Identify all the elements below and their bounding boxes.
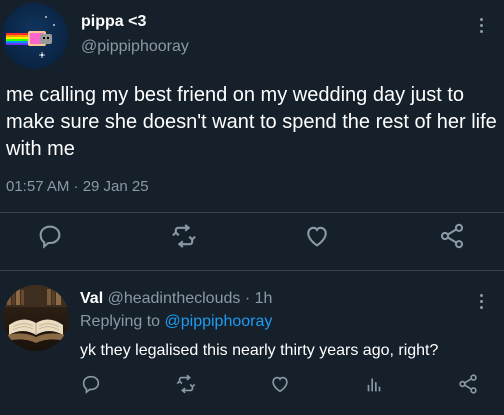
replying-to: Replying to @pippiphooray	[80, 313, 272, 331]
avatar[interactable]	[3, 285, 69, 351]
retweet-icon[interactable]	[170, 222, 198, 250]
reply-user-handle[interactable]: @headintheclouds	[108, 290, 241, 307]
like-icon[interactable]	[269, 373, 291, 395]
analytics-icon[interactable]	[363, 373, 385, 395]
like-icon[interactable]	[303, 222, 331, 250]
tweet-actions	[0, 222, 504, 260]
reply-header: Val @headintheclouds · 1h	[80, 290, 272, 308]
separator: ·	[240, 290, 255, 307]
open-book-icon	[3, 285, 69, 343]
reply-icon[interactable]	[36, 222, 64, 250]
share-icon[interactable]	[438, 222, 466, 250]
retweet-icon[interactable]	[175, 373, 197, 395]
tweet-text: me calling my best friend on my wedding …	[6, 84, 497, 160]
tweet-header: pippa <3 @pippiphooray	[0, 0, 504, 70]
more-options-icon[interactable]	[476, 294, 486, 316]
reply-actions	[0, 373, 504, 403]
reply-text: yk they legalised this nearly thirty yea…	[80, 342, 439, 359]
reply-time[interactable]: 1h	[255, 290, 273, 307]
avatar[interactable]	[2, 3, 68, 69]
tweet-timestamp[interactable]: 01:57 AM · 29 Jan 25	[6, 178, 149, 195]
divider	[0, 212, 504, 213]
user-handle[interactable]: @pippiphooray	[81, 38, 189, 56]
reply-display-name[interactable]: Val	[80, 290, 103, 307]
replying-to-label: Replying to	[80, 313, 165, 330]
divider	[0, 270, 504, 271]
replying-to-mention[interactable]: @pippiphooray	[165, 313, 273, 330]
display-name[interactable]: pippa <3	[81, 13, 146, 31]
reply-icon[interactable]	[80, 373, 102, 395]
reply-tweet[interactable]: Val @headintheclouds · 1h Replying to @p…	[0, 280, 504, 415]
share-icon[interactable]	[457, 373, 479, 395]
nyan-cat-icon	[6, 16, 55, 58]
more-options-icon[interactable]	[476, 18, 486, 40]
